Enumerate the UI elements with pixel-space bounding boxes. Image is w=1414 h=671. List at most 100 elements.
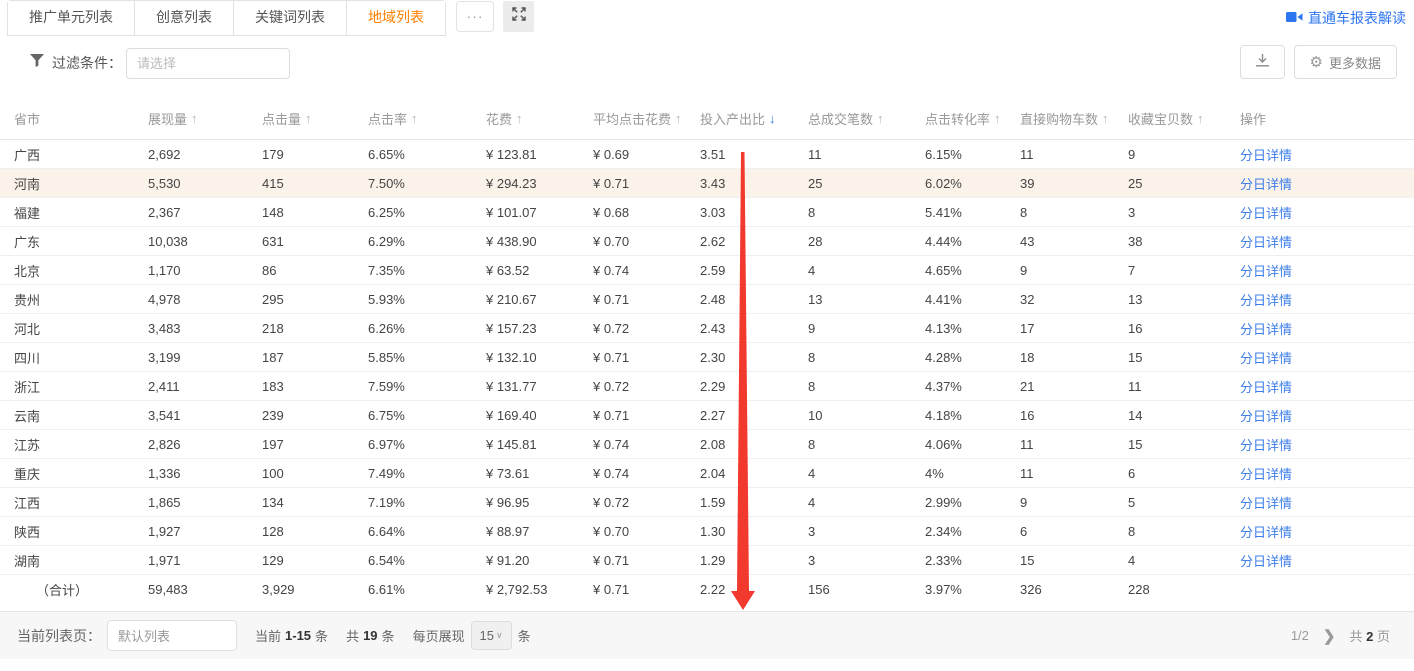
total-count-value: 19 (363, 628, 377, 643)
cell-province: 四川 (14, 348, 148, 367)
cell-favorites: 5 (1128, 495, 1240, 510)
table-row: 贵州4,9782955.93%¥ 210.67¥ 0.712.48134.41%… (0, 285, 1414, 314)
per-page-suffix: 条 (518, 626, 531, 645)
daily-detail-link[interactable]: 分日详情 (1240, 554, 1292, 569)
filter-icon (30, 54, 44, 72)
fullscreen-button[interactable] (503, 1, 534, 32)
download-button[interactable] (1240, 45, 1285, 79)
cell-roi: 3.03 (700, 205, 808, 220)
table-row: 江苏2,8261976.97%¥ 145.81¥ 0.742.0884.06%1… (0, 430, 1414, 459)
column-header-avg_cpc[interactable]: 平均点击花费↑ (593, 109, 700, 128)
cell-impressions: 3,541 (148, 408, 262, 423)
cell-cost: ¥ 157.23 (486, 321, 593, 336)
per-page-select[interactable]: 15 ∨ (471, 621, 512, 650)
cell-favorites: 11 (1128, 379, 1240, 394)
tab-creative-list[interactable]: 创意列表 (135, 1, 234, 35)
more-data-button[interactable]: ⚙ 更多数据 (1294, 45, 1397, 79)
sort-desc-icon[interactable]: ↓ (769, 111, 776, 126)
daily-detail-link[interactable]: 分日详情 (1240, 438, 1292, 453)
cell-avg_cpc: ¥ 0.71 (593, 408, 700, 423)
cell-cost: ¥ 91.20 (486, 553, 593, 568)
column-header-impressions[interactable]: 展现量↑ (148, 109, 262, 128)
column-header-ctr[interactable]: 点击率 ↑ (368, 109, 486, 128)
daily-detail-link[interactable]: 分日详情 (1240, 148, 1292, 163)
cell-avg_cpc: ¥ 0.71 (593, 582, 700, 597)
tab-keyword-list[interactable]: 关键词列表 (234, 1, 347, 35)
daily-detail-link[interactable]: 分日详情 (1240, 177, 1292, 192)
cell-action: 分日详情 (1240, 319, 1414, 338)
cell-cost: ¥ 73.61 (486, 466, 593, 481)
cell-carts: 11 (1020, 147, 1128, 162)
more-tabs-button[interactable]: ··· (456, 1, 494, 32)
column-header-clicks[interactable]: 点击量↑ (262, 109, 368, 128)
cell-action: 分日详情 (1240, 348, 1414, 367)
sort-asc-icon[interactable]: ↑ (994, 111, 1001, 126)
tab-promotion-unit-list[interactable]: 推广单元列表 (8, 1, 135, 35)
cell-province: 重庆 (14, 464, 148, 483)
sort-asc-icon[interactable]: ↑ (1197, 111, 1204, 126)
daily-detail-link[interactable]: 分日详情 (1240, 496, 1292, 511)
table-row: 湖南1,9711296.54%¥ 91.20¥ 0.711.2932.33%15… (0, 546, 1414, 575)
sort-asc-icon[interactable]: ↑ (516, 111, 523, 126)
cell-orders: 8 (808, 379, 925, 394)
next-page-button[interactable]: ❯ (1323, 627, 1336, 645)
cell-favorites: 6 (1128, 466, 1240, 481)
cell-carts: 15 (1020, 553, 1128, 568)
daily-detail-link[interactable]: 分日详情 (1240, 322, 1292, 337)
cell-carts: 43 (1020, 234, 1128, 249)
cell-cost: ¥ 169.40 (486, 408, 593, 423)
cell-impressions: 3,483 (148, 321, 262, 336)
daily-detail-link[interactable]: 分日详情 (1240, 235, 1292, 250)
column-header-cvr[interactable]: 点击转化率↑ (925, 109, 1020, 128)
column-header-favorites[interactable]: 收藏宝贝数↑ (1128, 109, 1240, 128)
sort-asc-icon[interactable]: ↑ (877, 111, 884, 126)
total-suffix: 条 (382, 626, 395, 645)
pages-value: 2 (1366, 629, 1373, 644)
sort-asc-icon[interactable]: ↑ (305, 111, 312, 126)
column-header-roi[interactable]: 投入产出比↓ (700, 109, 808, 128)
report-guide-link[interactable]: 直通车报表解读 (1286, 8, 1406, 28)
column-header-orders[interactable]: 总成交笔数↑ (808, 109, 925, 128)
cell-carts: 8 (1020, 205, 1128, 220)
sort-asc-icon[interactable]: ↑ (191, 111, 198, 126)
column-header-cost[interactable]: 花费↑ (486, 109, 593, 128)
filter-select-input[interactable] (126, 48, 290, 79)
tab-region-list[interactable]: 地域列表 (347, 1, 445, 35)
list-name-input[interactable] (107, 620, 237, 651)
cell-favorites: 228 (1128, 582, 1240, 597)
cell-roi: 2.22 (700, 582, 808, 597)
cell-avg_cpc: ¥ 0.69 (593, 147, 700, 162)
cell-province: 陕西 (14, 522, 148, 541)
cell-roi: 1.29 (700, 553, 808, 568)
daily-detail-link[interactable]: 分日详情 (1240, 351, 1292, 366)
daily-detail-link[interactable]: 分日详情 (1240, 409, 1292, 424)
cell-action: 分日详情 (1240, 493, 1414, 512)
column-header-carts[interactable]: 直接购物车数↑ (1020, 109, 1128, 128)
cell-action: 分日详情 (1240, 232, 1414, 251)
daily-detail-link[interactable]: 分日详情 (1240, 380, 1292, 395)
cell-ctr: 6.97% (368, 437, 486, 452)
cell-roi: 2.04 (700, 466, 808, 481)
sort-asc-icon[interactable]: ↑ (675, 111, 682, 126)
cell-orders: 11 (808, 147, 925, 162)
cell-cost: ¥ 438.90 (486, 234, 593, 249)
column-label: 点击率 (368, 109, 407, 128)
cell-ctr: 6.65% (368, 147, 486, 162)
sort-asc-icon[interactable]: ↑ (1102, 111, 1109, 126)
cell-roi: 1.30 (700, 524, 808, 539)
daily-detail-link[interactable]: 分日详情 (1240, 293, 1292, 308)
daily-detail-link[interactable]: 分日详情 (1240, 467, 1292, 482)
cell-ctr: 7.19% (368, 495, 486, 510)
daily-detail-link[interactable]: 分日详情 (1240, 206, 1292, 221)
cell-province: （合计） (14, 580, 148, 599)
cell-cvr: 5.41% (925, 205, 1020, 220)
cell-roi: 2.59 (700, 263, 808, 278)
sort-asc-icon[interactable]: ↑ (411, 111, 418, 126)
daily-detail-link[interactable]: 分日详情 (1240, 264, 1292, 279)
cell-favorites: 16 (1128, 321, 1240, 336)
cell-cost: ¥ 210.67 (486, 292, 593, 307)
daily-detail-link[interactable]: 分日详情 (1240, 525, 1292, 540)
cell-orders: 3 (808, 524, 925, 539)
cell-avg_cpc: ¥ 0.71 (593, 176, 700, 191)
table-row: 广东10,0386316.29%¥ 438.90¥ 0.702.62284.44… (0, 227, 1414, 256)
